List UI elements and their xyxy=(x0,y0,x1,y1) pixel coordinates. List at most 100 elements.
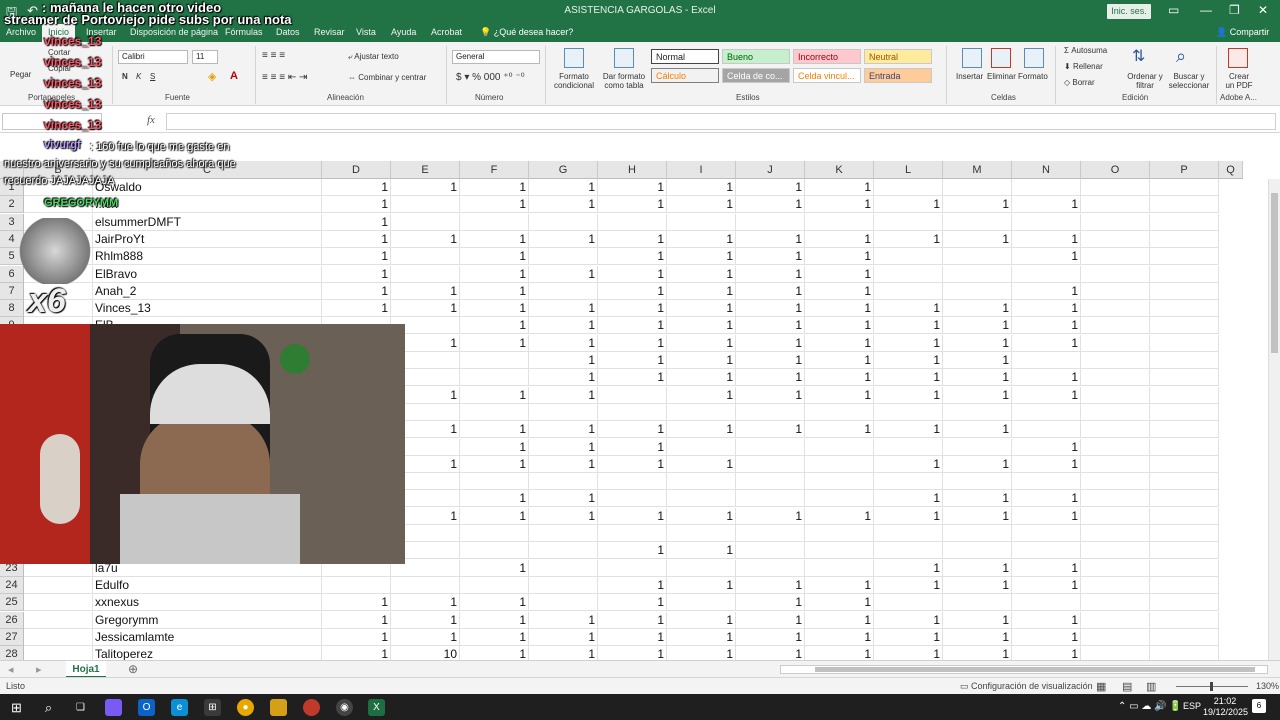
attendance-cell[interactable]: 1 xyxy=(805,179,874,196)
format-cells-button[interactable]: Formato xyxy=(1018,72,1048,81)
attendance-cell[interactable] xyxy=(805,214,874,231)
attendance-cell[interactable] xyxy=(598,214,667,231)
attendance-cell[interactable]: 1 xyxy=(943,231,1012,248)
attendance-cell[interactable] xyxy=(943,594,1012,611)
attendance-cell[interactable] xyxy=(529,542,598,559)
attendance-cell[interactable]: 1 xyxy=(667,266,736,283)
attendance-cell[interactable]: 1 xyxy=(598,612,667,629)
delete-cells-button[interactable]: Eliminar xyxy=(987,72,1016,81)
attendance-cell[interactable]: 1 xyxy=(736,508,805,525)
attendance-cell[interactable] xyxy=(1150,560,1219,577)
attendance-cell[interactable] xyxy=(943,542,1012,559)
attendance-cell[interactable]: 1 xyxy=(598,456,667,473)
attendance-cell[interactable]: 1 xyxy=(460,439,529,456)
close-icon[interactable]: ✕ xyxy=(1258,3,1268,17)
attendance-cell[interactable] xyxy=(1150,335,1219,352)
format-cells-icon[interactable] xyxy=(1024,48,1044,68)
attendance-cell[interactable]: 1 xyxy=(460,196,529,213)
attendance-cell[interactable] xyxy=(1150,577,1219,594)
attendance-cell[interactable]: 1 xyxy=(874,421,943,438)
attendance-cell[interactable]: 1 xyxy=(322,179,391,196)
attendance-cell[interactable]: 1 xyxy=(874,560,943,577)
attendance-cell[interactable]: 1 xyxy=(460,179,529,196)
display-settings-button[interactable]: ▭ Configuración de visualización xyxy=(960,681,1093,692)
attendance-cell[interactable]: 1 xyxy=(391,231,460,248)
attendance-cell[interactable]: 1 xyxy=(598,283,667,300)
scrollbar-thumb[interactable] xyxy=(1271,193,1278,353)
attendance-cell[interactable]: 1 xyxy=(460,248,529,265)
attendance-cell[interactable]: 1 xyxy=(736,577,805,594)
column-header[interactable]: E xyxy=(391,161,460,179)
attendance-cell[interactable]: 1 xyxy=(460,612,529,629)
attendance-cell[interactable] xyxy=(1081,542,1150,559)
attendance-cell[interactable] xyxy=(460,577,529,594)
attendance-cell[interactable]: 1 xyxy=(667,231,736,248)
paste-button[interactable]: Pegar xyxy=(10,70,31,79)
attendance-cell[interactable] xyxy=(1012,421,1081,438)
tab-ayuda[interactable]: Ayuda xyxy=(391,27,416,37)
page-break-icon[interactable]: ▥ xyxy=(1146,680,1156,693)
horizontal-scrollbar[interactable] xyxy=(780,665,1268,674)
attendance-cell[interactable] xyxy=(1150,594,1219,611)
attendance-cell[interactable] xyxy=(1150,283,1219,300)
attendance-cell[interactable]: 1 xyxy=(667,335,736,352)
attendance-cell[interactable]: 1 xyxy=(529,179,598,196)
attendance-cell[interactable]: 1 xyxy=(736,352,805,369)
attendance-cell[interactable] xyxy=(391,577,460,594)
attendance-cell[interactable]: 1 xyxy=(943,560,1012,577)
attendance-cell[interactable] xyxy=(1012,214,1081,231)
attendance-cell[interactable]: 1 xyxy=(667,629,736,646)
attendance-cell[interactable] xyxy=(667,214,736,231)
column-header[interactable]: G xyxy=(529,161,598,179)
attendance-cell[interactable] xyxy=(529,473,598,490)
search-taskbar-icon[interactable]: ⌕ xyxy=(40,699,57,716)
attendance-cell[interactable] xyxy=(1012,266,1081,283)
attendance-cell[interactable] xyxy=(874,266,943,283)
attendance-cell[interactable]: 1 xyxy=(874,387,943,404)
attendance-cell[interactable]: 1 xyxy=(805,508,874,525)
clear-button[interactable]: ◇ Borrar xyxy=(1064,78,1095,87)
attendance-cell[interactable]: 1 xyxy=(529,629,598,646)
tab-vista[interactable]: Vista xyxy=(356,27,376,37)
attendance-cell[interactable] xyxy=(1012,473,1081,490)
attendance-cell[interactable]: 1 xyxy=(943,421,1012,438)
attendance-cell[interactable]: 1 xyxy=(322,283,391,300)
attendance-cell[interactable]: 1 xyxy=(1012,612,1081,629)
store-icon[interactable]: ⊞ xyxy=(204,699,221,716)
attendance-cell[interactable]: 1 xyxy=(322,594,391,611)
column-header[interactable]: K xyxy=(805,161,874,179)
attendance-cell[interactable] xyxy=(805,490,874,507)
attendance-cell[interactable] xyxy=(736,560,805,577)
attendance-cell[interactable]: 1 xyxy=(598,369,667,386)
attendance-cell[interactable] xyxy=(805,560,874,577)
attendance-cell[interactable]: 1 xyxy=(667,196,736,213)
attendance-cell[interactable] xyxy=(943,214,1012,231)
column-header[interactable]: N xyxy=(1012,161,1081,179)
attendance-cell[interactable]: 1 xyxy=(805,629,874,646)
attendance-cell[interactable]: 1 xyxy=(529,439,598,456)
attendance-cell[interactable]: 1 xyxy=(460,456,529,473)
style-calculo[interactable]: Cálculo xyxy=(651,68,719,83)
add-sheet-icon[interactable]: ⊕ xyxy=(128,662,138,676)
attendance-cell[interactable]: 1 xyxy=(460,266,529,283)
attendance-cell[interactable]: 1 xyxy=(667,248,736,265)
column-header[interactable]: I xyxy=(667,161,736,179)
attendance-cell[interactable] xyxy=(598,560,667,577)
attendee-name-cell[interactable]: ElBravo xyxy=(93,266,322,283)
attendance-cell[interactable]: 1 xyxy=(736,387,805,404)
font-name-select[interactable]: Calibri xyxy=(118,50,188,64)
attendance-cell[interactable]: 1 xyxy=(322,629,391,646)
attendance-cell[interactable] xyxy=(1150,508,1219,525)
attendance-cell[interactable] xyxy=(598,490,667,507)
attendance-cell[interactable]: 1 xyxy=(598,317,667,334)
attendance-cell[interactable] xyxy=(391,266,460,283)
attendance-cell[interactable] xyxy=(736,404,805,421)
attendance-cell[interactable] xyxy=(736,214,805,231)
attendance-cell[interactable] xyxy=(805,439,874,456)
attendance-cell[interactable]: 1 xyxy=(598,266,667,283)
attendance-cell[interactable] xyxy=(1081,577,1150,594)
attendance-cell[interactable]: 1 xyxy=(529,490,598,507)
attendance-cell[interactable] xyxy=(598,387,667,404)
excel-icon[interactable]: X xyxy=(368,699,385,716)
style-celda-vinculada[interactable]: Celda vincul... xyxy=(793,68,861,83)
